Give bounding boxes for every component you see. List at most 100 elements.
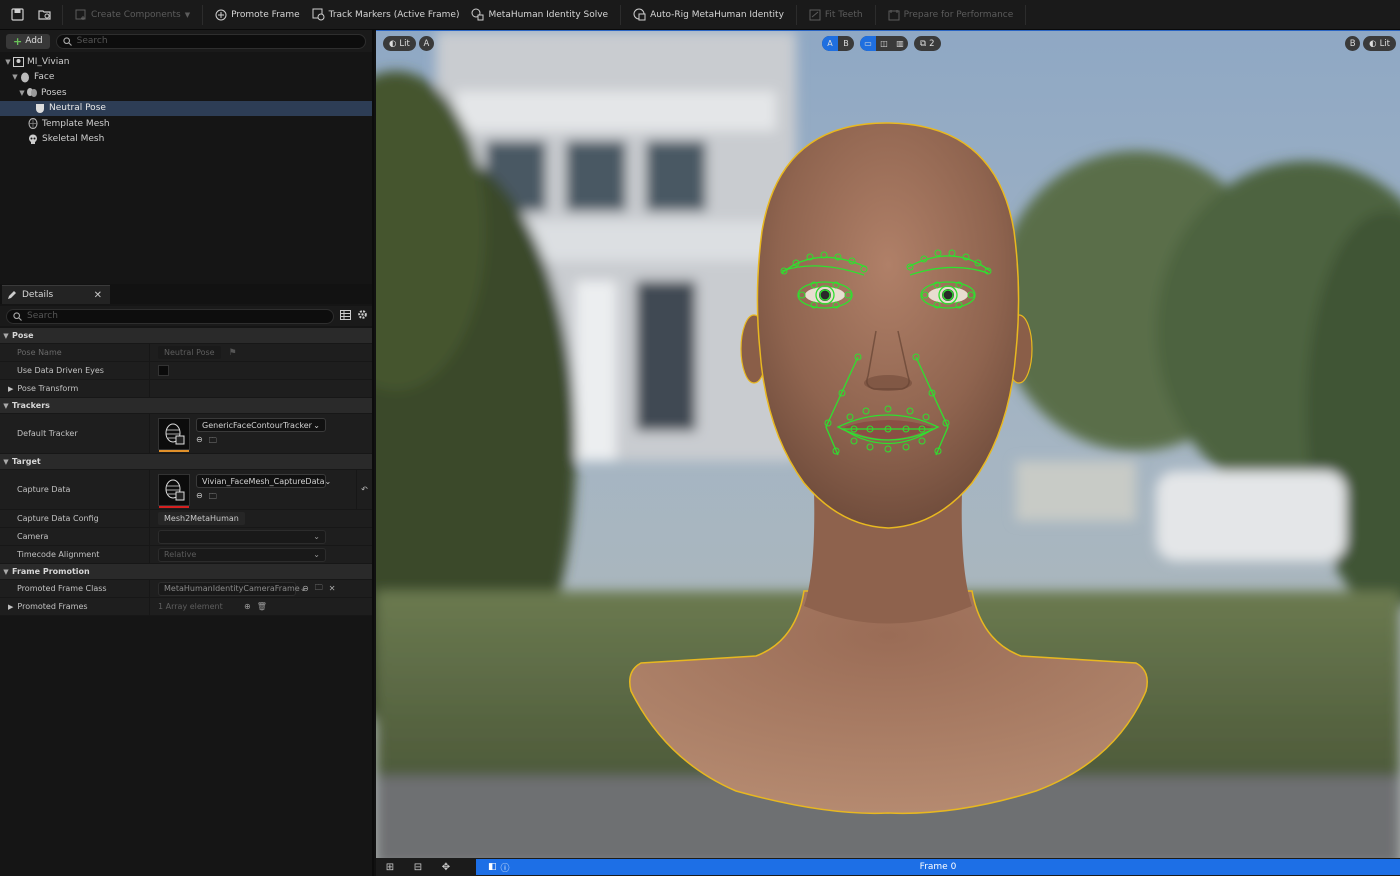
default-tracker-combo[interactable]: GenericFaceContourTracker ⌄: [196, 418, 326, 432]
layout-toggle: ▭ ◫ ▥: [860, 36, 908, 51]
toggle-a-button[interactable]: A: [822, 36, 838, 51]
viewport-center-controls: A B ▭ ◫ ▥ ⧉ 2: [822, 35, 941, 52]
toolbar-separator: [795, 4, 797, 25]
create-components-button[interactable]: Create Components ▼: [69, 3, 196, 27]
tree-item-poses[interactable]: ▼ Poses: [0, 85, 372, 101]
frame-promotion-category[interactable]: ▼ Frame Promotion: [0, 564, 372, 580]
toggle-b-button[interactable]: B: [838, 36, 854, 51]
reset-to-default-icon[interactable]: ↶: [356, 470, 372, 509]
table-view-icon[interactable]: [340, 309, 351, 323]
capture-data-config-row: Capture Data Config Mesh2MetaHuman: [0, 510, 372, 528]
tree-item-template-mesh[interactable]: Template Mesh: [0, 116, 372, 132]
camera-navigation-icon[interactable]: ✥: [432, 858, 460, 876]
trackers-category[interactable]: ▼ Trackers: [0, 398, 372, 414]
pose-transform-row[interactable]: ▶ Pose Transform: [0, 380, 372, 398]
browse-asset-icon[interactable]: [34, 4, 56, 26]
toolbar-separator: [62, 4, 63, 25]
use-selected-icon[interactable]: ⊖: [196, 435, 203, 449]
browse-folder-icon[interactable]: 🗀: [209, 491, 217, 505]
view-b-button[interactable]: B: [1345, 36, 1361, 51]
camera-combo[interactable]: ⌄: [158, 529, 326, 544]
timecode-alignment-combo[interactable]: Relative ⌄: [158, 547, 326, 562]
pose-transform-text: Pose Transform: [17, 384, 79, 393]
add-element-icon[interactable]: ⊕: [244, 602, 251, 611]
expand-arrow-icon[interactable]: ▶: [8, 385, 13, 393]
tree-item-label: Neutral Pose: [49, 103, 106, 114]
tree-item-face[interactable]: ▼ Face: [0, 70, 372, 86]
fit-teeth-button[interactable]: Fit Teeth: [803, 3, 869, 27]
pose-name-label: Pose Name: [0, 344, 150, 361]
default-tracker-row: Default Tracker GenericFaceContourTracke…: [0, 414, 372, 454]
capture-data-thumbnail[interactable]: [158, 473, 190, 508]
toolbar-separator: [620, 4, 622, 25]
expand-arrow-icon[interactable]: ▼: [4, 58, 12, 66]
outliner-search-input[interactable]: Search: [55, 33, 366, 49]
tree-item-skeletal-mesh[interactable]: Skeletal Mesh: [0, 132, 372, 148]
gear-icon[interactable]: [357, 309, 368, 323]
viewport-right-controls: B ◐ Lit: [1345, 35, 1396, 52]
save-icon[interactable]: [6, 4, 28, 26]
capture-data-label: Capture Data: [0, 470, 150, 509]
expand-arrow-icon[interactable]: ▶: [8, 603, 13, 611]
clear-icon[interactable]: ✕: [329, 584, 336, 593]
pose-category[interactable]: ▼ Pose: [0, 328, 372, 344]
track-markers-button[interactable]: Track Markers (Active Frame): [306, 3, 466, 27]
tracker-thumbnail[interactable]: [158, 417, 190, 452]
promoted-frame-class-combo[interactable]: MetaHumanIdentityCameraFrame ⌄: [158, 581, 306, 596]
promoted-frame-class-value: MetaHumanIdentityCameraFrame: [164, 584, 300, 593]
promote-frame-button[interactable]: Promote Frame: [209, 3, 306, 27]
timecode-alignment-row: Timecode Alignment Relative ⌄: [0, 546, 372, 564]
identity-solve-button[interactable]: MetaHuman Identity Solve: [465, 3, 614, 27]
view-a-button[interactable]: A: [418, 36, 434, 51]
add-frame-icon[interactable]: ⊞: [376, 858, 404, 876]
browse-folder-icon[interactable]: 🗀: [315, 582, 323, 596]
use-selected-icon[interactable]: ⊖: [302, 584, 309, 593]
details-tab-label: Details: [22, 290, 54, 300]
capture-data-combo[interactable]: Vivian_FaceMesh_CaptureData ⌄: [196, 474, 331, 488]
close-icon[interactable]: ✕: [94, 290, 102, 301]
lit-sphere-icon: ◐: [1369, 38, 1377, 49]
trash-icon[interactable]: 🗑: [257, 602, 267, 611]
tracker-asset-icon: [165, 423, 185, 444]
details-tab[interactable]: Details ✕: [2, 285, 110, 304]
search-icon: [63, 36, 72, 46]
plus-circle-icon: [215, 9, 227, 20]
chevron-down-icon: ▼: [184, 10, 191, 19]
default-tracker-value: GenericFaceContourTracker: [202, 420, 312, 430]
use-data-driven-eyes-checkbox[interactable]: [158, 365, 169, 376]
browse-folder-icon[interactable]: 🗀: [209, 435, 217, 449]
skull-icon: [27, 133, 39, 145]
single-view-icon[interactable]: ▭: [860, 36, 876, 51]
pose-transform-label: ▶ Pose Transform: [0, 380, 150, 397]
expand-arrow-icon[interactable]: ▼: [18, 89, 26, 97]
fit-teeth-icon: [809, 9, 821, 20]
use-data-driven-eyes-label: Use Data Driven Eyes: [0, 362, 150, 379]
pose-name-row: Pose Name Neutral Pose ⚑: [0, 344, 372, 362]
frame-tab[interactable]: ◧ ⓘ Frame 0: [476, 859, 1400, 875]
details-search-input[interactable]: Search: [6, 308, 334, 324]
target-category[interactable]: ▼ Target: [0, 454, 372, 470]
capture-data-config-field[interactable]: Mesh2MetaHuman: [158, 512, 245, 525]
create-components-label: Create Components: [91, 9, 181, 20]
pose-name-field[interactable]: Neutral Pose: [158, 346, 221, 359]
wipe-view-icon[interactable]: ◫: [876, 36, 892, 51]
camera-count-button[interactable]: ⧉ 2: [914, 36, 941, 51]
lit-mode-a-button[interactable]: ◐ Lit: [383, 36, 416, 51]
add-button[interactable]: + Add: [6, 33, 50, 49]
tree-item-mi-vivian[interactable]: ▼ MI_Vivian: [0, 54, 372, 70]
lit-mode-b-button[interactable]: ◐ Lit: [1363, 36, 1396, 51]
auto-rig-button[interactable]: Auto-Rig MetaHuman Identity: [627, 3, 790, 27]
dual-view-icon[interactable]: ▥: [892, 36, 908, 51]
capture-data-config-label: Capture Data Config: [0, 510, 150, 527]
tree-item-label: Skeletal Mesh: [42, 134, 105, 145]
use-selected-icon[interactable]: ⊖: [196, 491, 203, 505]
use-data-driven-eyes-row: Use Data Driven Eyes: [0, 362, 372, 380]
promoted-frame-class-row: Promoted Frame Class MetaHumanIdentityCa…: [0, 580, 372, 598]
tree-item-neutral-pose[interactable]: Neutral Pose: [0, 100, 372, 116]
viewport[interactable]: ◐ Lit A A B ▭ ◫ ▥ ⧉ 2 B ◐ Lit: [376, 30, 1400, 858]
expand-arrow-icon[interactable]: ▼: [11, 73, 19, 81]
track-markers-icon: [312, 8, 325, 21]
remove-frame-icon[interactable]: ⊟: [404, 858, 432, 876]
details-search-row: Search: [0, 306, 372, 326]
prepare-performance-button[interactable]: Prepare for Performance: [882, 3, 1020, 27]
